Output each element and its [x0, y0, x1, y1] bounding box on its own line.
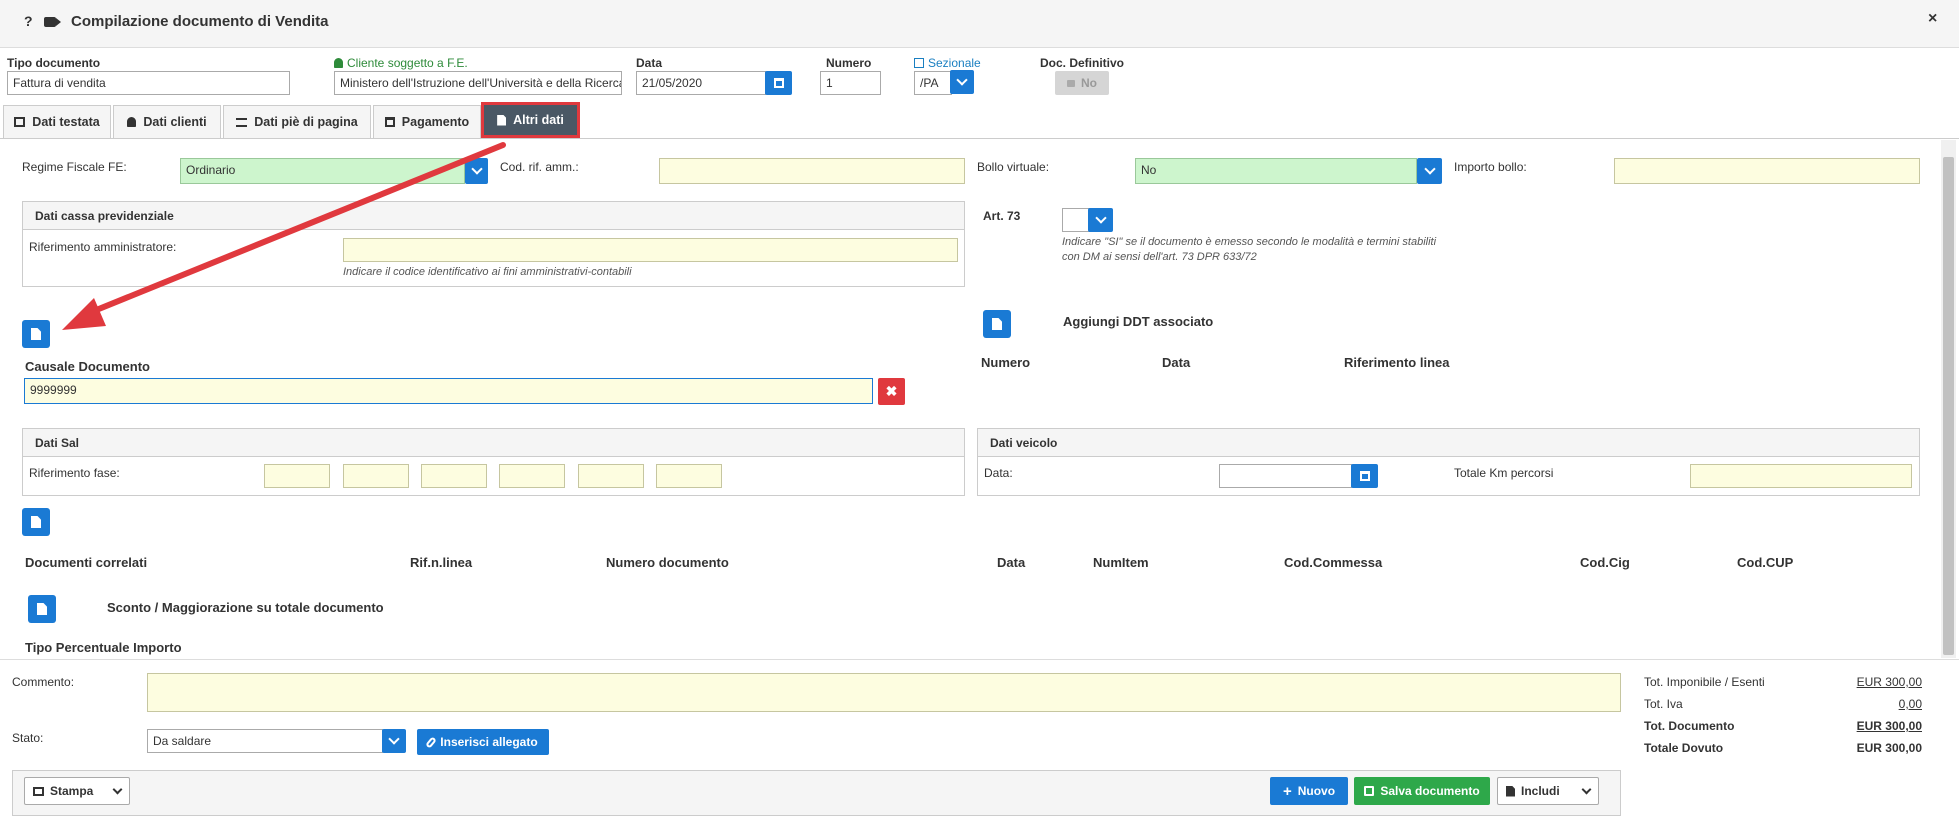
commento-field[interactable] [147, 673, 1621, 712]
chevron-down-icon [1581, 784, 1592, 794]
plus-icon: + [1282, 782, 1292, 800]
totale-dovuto-value: EUR 300,00 [1856, 741, 1922, 755]
stato-label: Stato: [12, 731, 44, 745]
salva-documento-button[interactable]: Salva documento [1354, 777, 1490, 805]
commento-label: Commento: [12, 675, 75, 689]
nuovo-label: Nuovo [1297, 784, 1336, 798]
stampa-button[interactable]: Stampa [24, 777, 130, 805]
chevron-down-icon [112, 784, 123, 794]
tot-documento-value[interactable]: EUR 300,00 [1832, 719, 1922, 733]
print-icon [33, 786, 44, 796]
includi-button[interactable]: Includi [1497, 777, 1599, 805]
totale-dovuto-label: Totale Dovuto [1644, 741, 1724, 755]
inserisci-allegato-button[interactable]: Inserisci allegato [417, 729, 549, 755]
allegato-label: Inserisci allegato [440, 735, 538, 749]
tot-iva-value[interactable]: 0,00 [1832, 697, 1922, 711]
chevron-down-icon [388, 733, 400, 745]
stato-dropdown[interactable] [382, 729, 406, 753]
file-icon [1506, 785, 1515, 797]
salva-label: Salva documento [1380, 784, 1480, 798]
tot-imponibile-label: Tot. Imponibile / Esenti [1644, 675, 1765, 689]
save-icon [1364, 786, 1375, 796]
stampa-label: Stampa [50, 784, 94, 798]
nuovo-button[interactable]: + Nuovo [1270, 777, 1348, 805]
tot-documento-label: Tot. Documento [1644, 719, 1735, 733]
paperclip-icon [425, 735, 438, 749]
includi-label: Includi [1521, 784, 1560, 798]
stato-select[interactable]: Da saldare [147, 729, 383, 753]
tot-iva-label: Tot. Iva [1644, 697, 1683, 711]
tot-imponibile-value[interactable]: EUR 300,00 [1832, 675, 1922, 689]
